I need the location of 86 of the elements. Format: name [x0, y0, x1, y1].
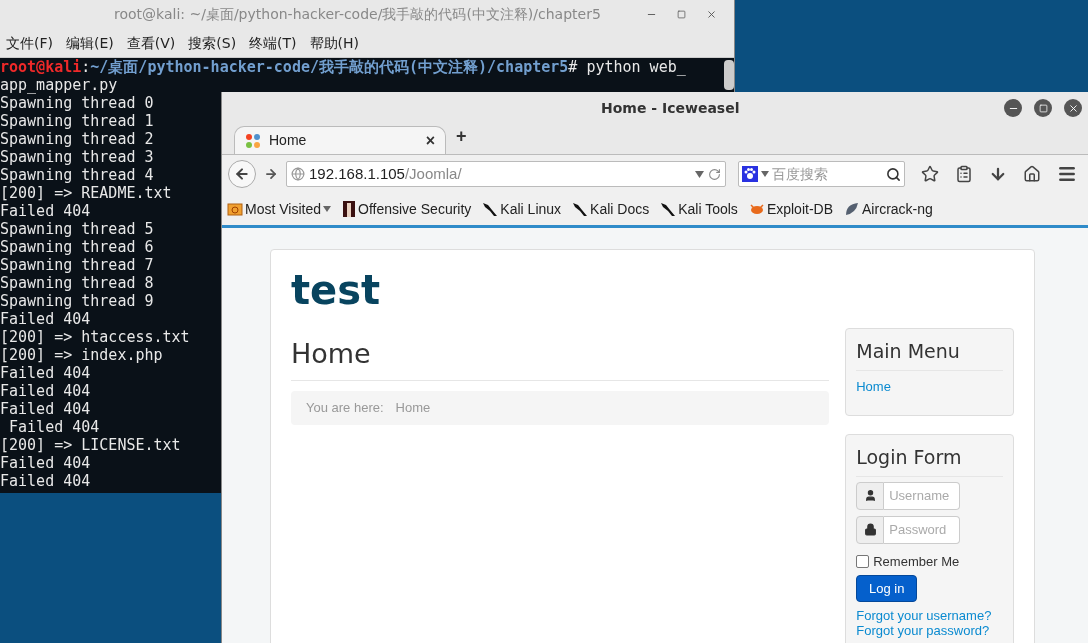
dropdown-icon[interactable]: [695, 170, 704, 178]
remember-checkbox[interactable]: [856, 554, 870, 568]
breadcrumb-item: Home: [395, 399, 431, 418]
terminal-output-line: Failed 404: [0, 310, 91, 328]
bookmark-item[interactable]: Exploit-DB: [748, 198, 833, 220]
folder-icon: [227, 202, 243, 216]
menu-item[interactable]: 帮助(H): [309, 32, 360, 54]
terminal-output-line: Spawning thread 1: [0, 112, 154, 130]
user-icon: [863, 489, 877, 502]
menu-item[interactable]: 查看(V): [126, 32, 176, 54]
username-field[interactable]: Username: [884, 481, 961, 510]
breadcrumb-label: You are here:: [306, 399, 384, 418]
dropdown-icon[interactable]: [761, 171, 769, 177]
bug-icon: [748, 202, 765, 216]
terminal-output-line: Failed 404: [0, 202, 91, 220]
url-text: 192.168.1.105/Joomla/: [309, 163, 463, 184]
lock-icon: [863, 523, 877, 536]
terminal-output-line: Failed 404: [0, 400, 91, 418]
window-title: Home - Iceweasel: [601, 98, 741, 118]
url-field[interactable]: 192.168.1.105/Joomla/: [286, 161, 726, 187]
browser-tab[interactable]: Home ×: [234, 126, 446, 154]
terminal-output-line: Failed 404: [0, 382, 91, 400]
menu-item[interactable]: 终端(T): [249, 32, 297, 54]
menu-item[interactable]: 搜索(S): [188, 32, 237, 54]
dropdown-icon: [323, 206, 331, 212]
menu-icon[interactable]: [1057, 164, 1077, 184]
terminal-output-line: Spawning thread 3: [0, 148, 154, 166]
reading-list-icon[interactable]: [955, 165, 973, 183]
bookmark-item[interactable]: Most Visited: [227, 198, 331, 220]
panel-title: Login Form: [856, 443, 1003, 477]
remember-label: Remember Me: [873, 552, 960, 571]
bookmark-item[interactable]: Kali Linux: [482, 198, 562, 220]
terminal-output-line: Failed 404: [0, 454, 91, 472]
bookmark-item[interactable]: Offensive Security: [342, 198, 472, 220]
terminal-output-line: Spawning thread 2: [0, 130, 154, 148]
terminal-output-line: Spawning thread 0: [0, 94, 154, 112]
close-icon: [1067, 102, 1079, 114]
terminal-output-line: Failed 404: [0, 472, 91, 490]
command-prompt-line: root@kali:~/桌面/python-hacker-code/我手敲的代码(中文注释)/chapter5# python web_app_mapper.py: [0, 58, 687, 94]
terminal-output-line: Spawning thread 7: [0, 256, 154, 274]
bookmark-logo-icon: [342, 201, 356, 217]
menu-item[interactable]: 编辑(E): [66, 32, 114, 54]
scrollbar-thumb[interactable]: [724, 60, 734, 90]
terminal-output-line: [200] => LICENSE.txt: [0, 436, 181, 454]
close-button[interactable]: [1064, 99, 1082, 117]
terminal-output-line: Spawning thread 4: [0, 166, 154, 184]
home-icon[interactable]: [1023, 165, 1041, 183]
paw-icon: [742, 166, 758, 182]
bookmark-star-icon[interactable]: [921, 165, 939, 183]
search-placeholder: 百度搜索: [772, 164, 829, 184]
menu-item[interactable]: 文件(F): [6, 32, 53, 54]
terminal-output-line: Spawning thread 5: [0, 220, 154, 238]
maximize-icon: [676, 10, 686, 19]
forgot-link[interactable]: Forgot your username?: [856, 608, 1003, 623]
download-icon[interactable]: [989, 165, 1007, 183]
back-button[interactable]: [228, 160, 256, 188]
bookmark-item[interactable]: Aircrack-ng: [844, 198, 933, 220]
terminal-output-line: Failed 404: [8, 418, 100, 436]
bookmark-item[interactable]: Kali Tools: [660, 198, 738, 220]
terminal-output-line: [200] => README.txt: [0, 184, 172, 202]
terminal-output-line: Spawning thread 9: [0, 292, 154, 310]
page-heading: Home: [291, 338, 830, 381]
terminal-output-line: [200] => index.php: [0, 346, 163, 364]
window-title: root@kali: ~/桌面/python-hacker-code/我手敲的代码(中文注释)/chapter5: [114, 5, 602, 24]
new-tab-button[interactable]: +: [456, 123, 467, 150]
password-field[interactable]: Password: [884, 515, 961, 544]
site-title: test: [291, 268, 382, 312]
terminal-output-line: Failed 404: [0, 364, 91, 382]
search-icon[interactable]: [886, 166, 901, 182]
maximize-button[interactable]: [1034, 99, 1052, 117]
close-icon: [705, 9, 717, 20]
tab-title: Home: [269, 131, 308, 150]
bookmark-item[interactable]: Kali Docs: [572, 198, 650, 220]
login-button[interactable]: Log in: [856, 575, 918, 602]
terminal-output-line: Spawning thread 6: [0, 238, 154, 256]
panel-title: Main Menu: [856, 337, 1003, 371]
maximize-icon: [1038, 103, 1048, 113]
terminal-output-line: Spawning thread 8: [0, 274, 154, 292]
terminal-output-line: [200] => htaccess.txt: [0, 328, 190, 346]
minimize-button[interactable]: [1004, 99, 1022, 117]
reload-icon[interactable]: [708, 167, 721, 181]
globe-icon: [291, 167, 305, 181]
forgot-link[interactable]: Forgot your password?: [856, 623, 1003, 638]
menu-link[interactable]: Home: [856, 376, 1003, 396]
joomla-logo-icon: [245, 132, 261, 149]
tab-close-button[interactable]: ×: [425, 128, 435, 153]
